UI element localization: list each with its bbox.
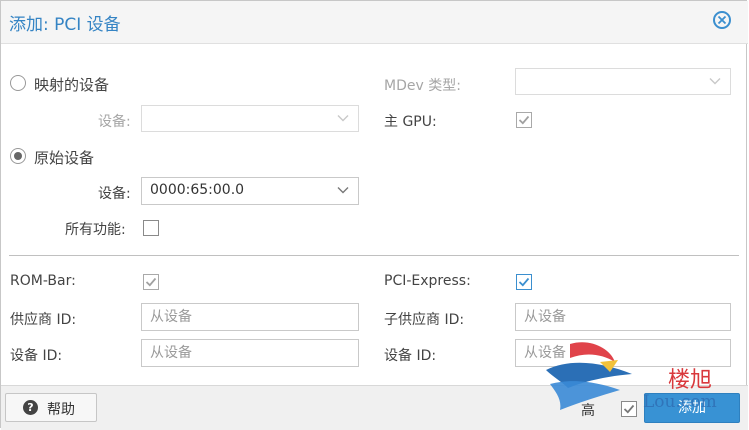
mdev-type-label: MDev 类型: bbox=[384, 78, 461, 94]
raw-device-radio[interactable] bbox=[10, 148, 26, 164]
chevron-down-icon bbox=[337, 115, 349, 122]
dialog-footer: ? 帮助 高 添加 bbox=[1, 385, 748, 430]
all-functions-checkbox[interactable] bbox=[143, 220, 159, 236]
sub-vendor-id-input[interactable] bbox=[515, 303, 731, 331]
watermark-text-en: Lou.com bbox=[643, 392, 717, 412]
pci-express-checkbox[interactable] bbox=[516, 274, 532, 290]
close-icon[interactable] bbox=[713, 11, 731, 29]
help-button-label: 帮助 bbox=[47, 402, 75, 418]
mdev-type-combo[interactable] bbox=[515, 68, 731, 95]
raw-device-radio-label: 原始设备 bbox=[34, 149, 95, 167]
advanced-label: 高 bbox=[581, 403, 595, 419]
raw-device-value: 0000:65:00.0 bbox=[150, 182, 245, 198]
all-functions-label: 所有功能: bbox=[65, 222, 126, 238]
raw-device-combo[interactable]: 0000:65:00.0 bbox=[141, 177, 359, 205]
add-pci-device-dialog: 添加: PCI 设备 映射的设备 设备: MDev 类型: 主 GPU: 原始设… bbox=[0, 0, 748, 430]
raw-device-label: 设备: bbox=[98, 186, 131, 202]
primary-gpu-label: 主 GPU: bbox=[384, 114, 437, 130]
section-divider bbox=[9, 255, 739, 256]
pci-express-label: PCI-Express: bbox=[384, 273, 471, 289]
mapped-device-label: 设备: bbox=[98, 114, 131, 130]
checkmark-icon bbox=[518, 115, 530, 125]
checkmark-icon bbox=[145, 277, 157, 287]
dialog-title: 添加: PCI 设备 bbox=[9, 15, 121, 35]
chevron-down-icon bbox=[337, 187, 349, 194]
mapped-device-radio-label: 映射的设备 bbox=[34, 76, 110, 94]
sub-device-id-label: 设备 ID: bbox=[384, 348, 437, 364]
checkmark-icon bbox=[623, 404, 635, 414]
help-button[interactable]: ? 帮助 bbox=[5, 393, 97, 422]
vendor-id-input[interactable] bbox=[141, 303, 359, 331]
watermark-text-cn: 楼旭 bbox=[668, 368, 713, 393]
question-circle-icon: ? bbox=[23, 400, 38, 415]
rom-bar-label: ROM-Bar: bbox=[10, 273, 76, 289]
device-id-label: 设备 ID: bbox=[10, 348, 63, 364]
advanced-checkbox[interactable] bbox=[621, 401, 637, 417]
device-id-input[interactable] bbox=[141, 339, 359, 367]
chevron-down-icon bbox=[709, 78, 721, 85]
mapped-device-radio[interactable] bbox=[10, 75, 26, 91]
primary-gpu-checkbox[interactable] bbox=[516, 112, 532, 128]
sub-vendor-id-label: 子供应商 ID: bbox=[384, 312, 465, 328]
checkmark-icon bbox=[518, 277, 530, 287]
rom-bar-checkbox[interactable] bbox=[143, 274, 159, 290]
dialog-header: 添加: PCI 设备 bbox=[1, 1, 748, 44]
vendor-id-label: 供应商 ID: bbox=[10, 312, 77, 328]
mapped-device-combo[interactable] bbox=[141, 105, 359, 132]
